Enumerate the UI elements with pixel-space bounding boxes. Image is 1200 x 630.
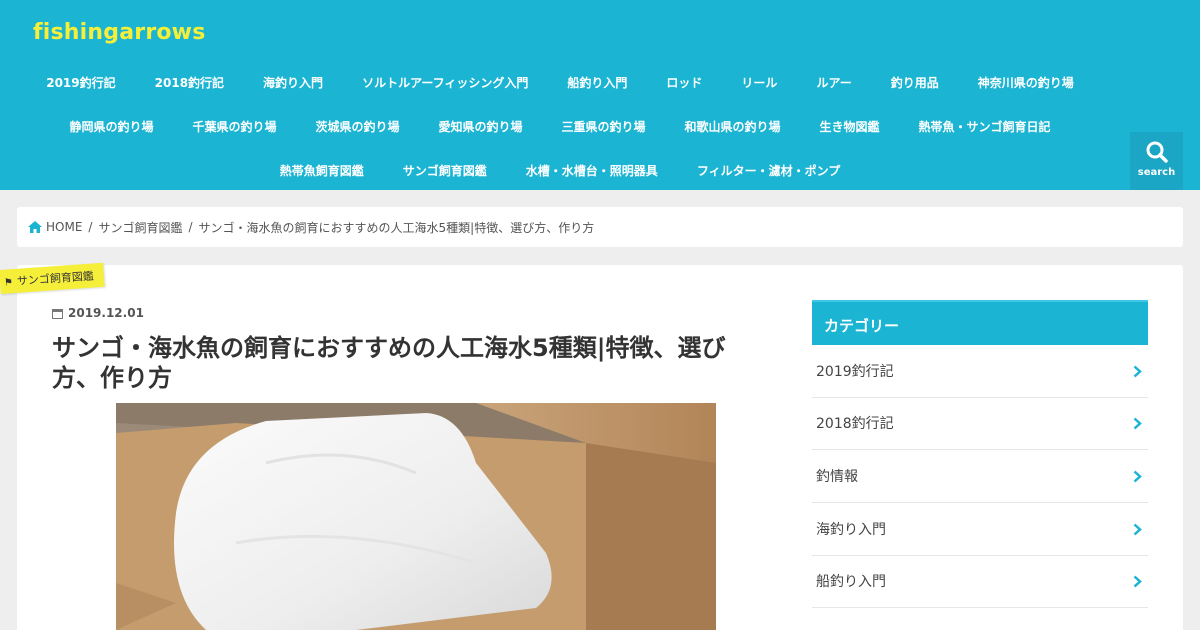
sidebar-item-2018-fishing-log[interactable]: 2018釣行記 (812, 398, 1148, 450)
home-icon (28, 221, 42, 233)
nav-item-aquarium-diary[interactable]: 熱帯魚・サンゴ飼育日記 (899, 114, 1070, 139)
breadcrumb-category[interactable]: サンゴ飼育図鑑 (98, 219, 182, 236)
chevron-right-icon (1133, 365, 1142, 378)
nav-item-creature-guide[interactable]: 生き物図鑑 (800, 114, 899, 139)
search-label: search (1137, 167, 1176, 178)
sidebar-item-fishing-info[interactable]: 釣情報 (812, 451, 1148, 503)
nav-item-wakayama-spots[interactable]: 和歌山県の釣り場 (665, 114, 800, 139)
main-nav-row-3: 熱帯魚飼育図鑑 サンゴ飼育図鑑 水槽・水槽台・照明器具 フィルター・濾材・ポンプ (0, 158, 1120, 183)
sidebar-item-label: 2018釣行記 (816, 416, 894, 432)
sidebar-item-label: 2019釣行記 (816, 364, 894, 380)
nav-item-rod[interactable]: ロッド (647, 70, 722, 95)
nav-item-tropical-fish-guide[interactable]: 熱帯魚飼育図鑑 (260, 158, 383, 183)
nav-item-shizuoka-spots[interactable]: 静岡県の釣り場 (50, 114, 173, 139)
post-title: サンゴ・海水魚の飼育におすすめの人工海水5種類|特徴、選び方、作り方 (52, 334, 726, 392)
nav-item-aichi-spots[interactable]: 愛知県の釣り場 (419, 114, 542, 139)
folder-icon: ⚑ (3, 277, 14, 289)
sidebar-item-2019-fishing-log[interactable]: 2019釣行記 (812, 346, 1148, 398)
nav-item-lure[interactable]: ルアー (797, 70, 871, 95)
chevron-right-icon (1133, 575, 1142, 588)
nav-item-chiba-spots[interactable]: 千葉県の釣り場 (173, 114, 296, 139)
post-thumbnail-image (116, 403, 716, 630)
sidebar-item-sea-fishing-intro[interactable]: 海釣り入門 (812, 504, 1148, 556)
sidebar-item-boat-fishing-intro[interactable]: 船釣り入門 (812, 556, 1148, 608)
sidebar-item-label: 海釣り入門 (816, 522, 886, 538)
chevron-right-icon (1133, 417, 1142, 430)
nav-item-fishing-gear[interactable]: 釣り用品 (871, 70, 958, 95)
search-icon (1146, 141, 1168, 163)
nav-item-kanagawa-spots[interactable]: 神奈川県の釣り場 (958, 70, 1093, 95)
chevron-right-icon (1133, 470, 1142, 483)
nav-item-reel[interactable]: リール (722, 70, 797, 95)
post-category-text: サンゴ飼育図鑑 (16, 269, 95, 288)
sidebar-category-heading: カテゴリー (812, 300, 1148, 345)
calendar-icon (52, 308, 63, 319)
site-header: fishingarrows 2019釣行記 2018釣行記 海釣り入門 ソルトル… (0, 0, 1200, 190)
main-nav-row-1: 2019釣行記 2018釣行記 海釣り入門 ソルトルアーフィッシング入門 船釣り… (0, 70, 1120, 95)
search-button[interactable]: search (1130, 132, 1183, 190)
nav-item-sea-fishing-intro[interactable]: 海釣り入門 (244, 70, 343, 95)
chevron-right-icon (1133, 523, 1142, 536)
breadcrumb: HOME / サンゴ飼育図鑑 / サンゴ・海水魚の飼育におすすめの人工海水5種類… (17, 207, 1183, 247)
nav-item-filter-pump[interactable]: フィルター・濾材・ポンプ (677, 158, 859, 183)
breadcrumb-separator: / (88, 220, 93, 234)
sidebar-item-label: 船釣り入門 (816, 574, 886, 590)
post-date: 2019.12.01 (52, 306, 144, 320)
nav-item-salt-lure-intro[interactable]: ソルトルアーフィッシング入門 (343, 70, 548, 95)
nav-item-ibaraki-spots[interactable]: 茨城県の釣り場 (296, 114, 419, 139)
nav-item-tank-lighting[interactable]: 水槽・水槽台・照明器具 (506, 158, 677, 183)
nav-item-coral-guide[interactable]: サンゴ飼育図鑑 (383, 158, 506, 183)
nav-item-mie-spots[interactable]: 三重県の釣り場 (542, 114, 665, 139)
post-date-text: 2019.12.01 (68, 306, 144, 320)
main-nav-row-2: 静岡県の釣り場 千葉県の釣り場 茨城県の釣り場 愛知県の釣り場 三重県の釣り場 … (0, 114, 1120, 139)
breadcrumb-separator: / (188, 220, 193, 234)
site-logo[interactable]: fishingarrows (33, 20, 206, 45)
nav-item-2019-fishing-log[interactable]: 2019釣行記 (27, 70, 135, 95)
breadcrumb-current: サンゴ・海水魚の飼育におすすめの人工海水5種類|特徴、選び方、作り方 (198, 220, 595, 235)
breadcrumb-home[interactable]: HOME (46, 220, 82, 234)
nav-item-boat-fishing-intro[interactable]: 船釣り入門 (548, 70, 647, 95)
sidebar-item-label: 釣情報 (816, 469, 858, 485)
nav-item-2018-fishing-log[interactable]: 2018釣行記 (135, 70, 243, 95)
